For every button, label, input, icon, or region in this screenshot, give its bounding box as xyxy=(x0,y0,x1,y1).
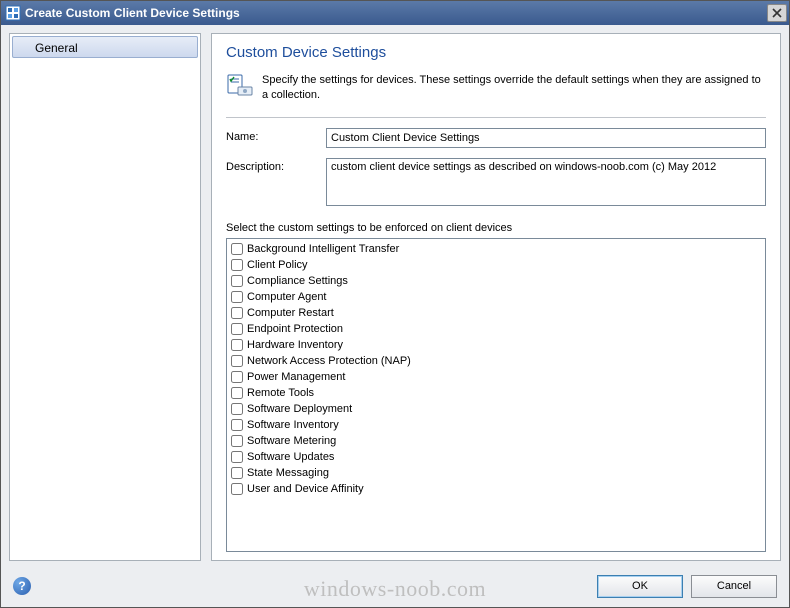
check-item[interactable]: Computer Agent xyxy=(227,289,765,305)
check-item[interactable]: Power Management xyxy=(227,369,765,385)
check-item-checkbox[interactable] xyxy=(231,483,243,495)
check-item-checkbox[interactable] xyxy=(231,275,243,287)
intro-text: Specify the settings for devices. These … xyxy=(262,73,766,103)
check-item[interactable]: Software Inventory xyxy=(227,417,765,433)
panel-heading: Custom Device Settings xyxy=(226,44,766,61)
check-item-label: Compliance Settings xyxy=(247,275,348,287)
settings-checklist[interactable]: Background Intelligent Transfer Client Po… xyxy=(226,238,766,552)
check-item[interactable]: Remote Tools xyxy=(227,385,765,401)
check-item-checkbox[interactable] xyxy=(231,259,243,271)
check-item-label: State Messaging xyxy=(247,467,329,479)
check-item-label: Software Inventory xyxy=(247,419,339,431)
name-label: Name: xyxy=(226,128,326,143)
check-item-label: Remote Tools xyxy=(247,387,314,399)
check-item-checkbox[interactable] xyxy=(231,243,243,255)
sidebar-item-label: General xyxy=(35,41,78,55)
cancel-button[interactable]: Cancel xyxy=(691,575,777,598)
window-title: Create Custom Client Device Settings xyxy=(25,6,767,20)
check-item-checkbox[interactable] xyxy=(231,435,243,447)
check-item-checkbox[interactable] xyxy=(231,355,243,367)
close-button[interactable] xyxy=(767,4,787,22)
check-item[interactable]: Network Access Protection (NAP) xyxy=(227,353,765,369)
body-area: General Custom Device Settings Specify t… xyxy=(1,25,789,565)
check-item[interactable]: Software Metering xyxy=(227,433,765,449)
check-item-checkbox[interactable] xyxy=(231,467,243,479)
checklist-label: Select the custom settings to be enforce… xyxy=(226,222,766,234)
check-item-label: User and Device Affinity xyxy=(247,483,364,495)
help-icon[interactable]: ? xyxy=(13,577,31,595)
sidebar: General xyxy=(9,33,201,561)
check-item[interactable]: Computer Restart xyxy=(227,305,765,321)
check-item-checkbox[interactable] xyxy=(231,323,243,335)
check-item-label: Endpoint Protection xyxy=(247,323,343,335)
check-item-label: Client Policy xyxy=(247,259,308,271)
check-item-label: Hardware Inventory xyxy=(247,339,343,351)
footer: ? OK Cancel xyxy=(1,565,789,607)
name-row: Name: xyxy=(226,128,766,148)
check-item-checkbox[interactable] xyxy=(231,339,243,351)
check-item-label: Software Deployment xyxy=(247,403,352,415)
check-item-label: Power Management xyxy=(247,371,345,383)
check-item-label: Software Metering xyxy=(247,435,336,447)
check-item-checkbox[interactable] xyxy=(231,403,243,415)
sidebar-item-general[interactable]: General xyxy=(12,36,198,58)
check-item[interactable]: User and Device Affinity xyxy=(227,481,765,497)
check-item-checkbox[interactable] xyxy=(231,419,243,431)
check-item[interactable]: Background Intelligent Transfer xyxy=(227,241,765,257)
check-item-checkbox[interactable] xyxy=(231,291,243,303)
check-item[interactable]: Endpoint Protection xyxy=(227,321,765,337)
check-item-label: Computer Restart xyxy=(247,307,334,319)
titlebar: Create Custom Client Device Settings xyxy=(1,1,789,25)
check-item-checkbox[interactable] xyxy=(231,307,243,319)
dialog-window: Create Custom Client Device Settings Gen… xyxy=(0,0,790,608)
check-item[interactable]: State Messaging xyxy=(227,465,765,481)
check-item[interactable]: Compliance Settings xyxy=(227,273,765,289)
check-item-checkbox[interactable] xyxy=(231,387,243,399)
settings-icon xyxy=(226,73,254,101)
check-item-label: Software Updates xyxy=(247,451,334,463)
divider xyxy=(226,117,766,118)
check-item-label: Network Access Protection (NAP) xyxy=(247,355,411,367)
check-item[interactable]: Software Updates xyxy=(227,449,765,465)
description-label: Description: xyxy=(226,158,326,173)
app-icon xyxy=(5,5,21,21)
check-item-checkbox[interactable] xyxy=(231,371,243,383)
intro-row: Specify the settings for devices. These … xyxy=(226,73,766,103)
check-item-label: Computer Agent xyxy=(247,291,327,303)
check-item-checkbox[interactable] xyxy=(231,451,243,463)
main-panel: Custom Device Settings Specify the setti… xyxy=(211,33,781,561)
check-item[interactable]: Hardware Inventory xyxy=(227,337,765,353)
check-item[interactable]: Client Policy xyxy=(227,257,765,273)
check-item-label: Background Intelligent Transfer xyxy=(247,243,399,255)
description-row: Description: xyxy=(226,158,766,206)
check-item[interactable]: Software Deployment xyxy=(227,401,765,417)
ok-button[interactable]: OK xyxy=(597,575,683,598)
name-input[interactable] xyxy=(326,128,766,148)
description-textarea[interactable] xyxy=(326,158,766,206)
